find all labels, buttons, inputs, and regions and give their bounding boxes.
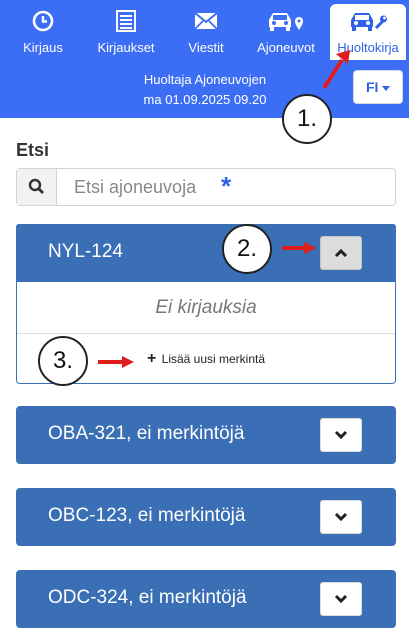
callout-3: 3. — [38, 336, 88, 386]
callout-2: 2. — [222, 224, 272, 274]
annotation-arrows — [98, 50, 350, 368]
callout-1: 1. — [282, 94, 332, 144]
